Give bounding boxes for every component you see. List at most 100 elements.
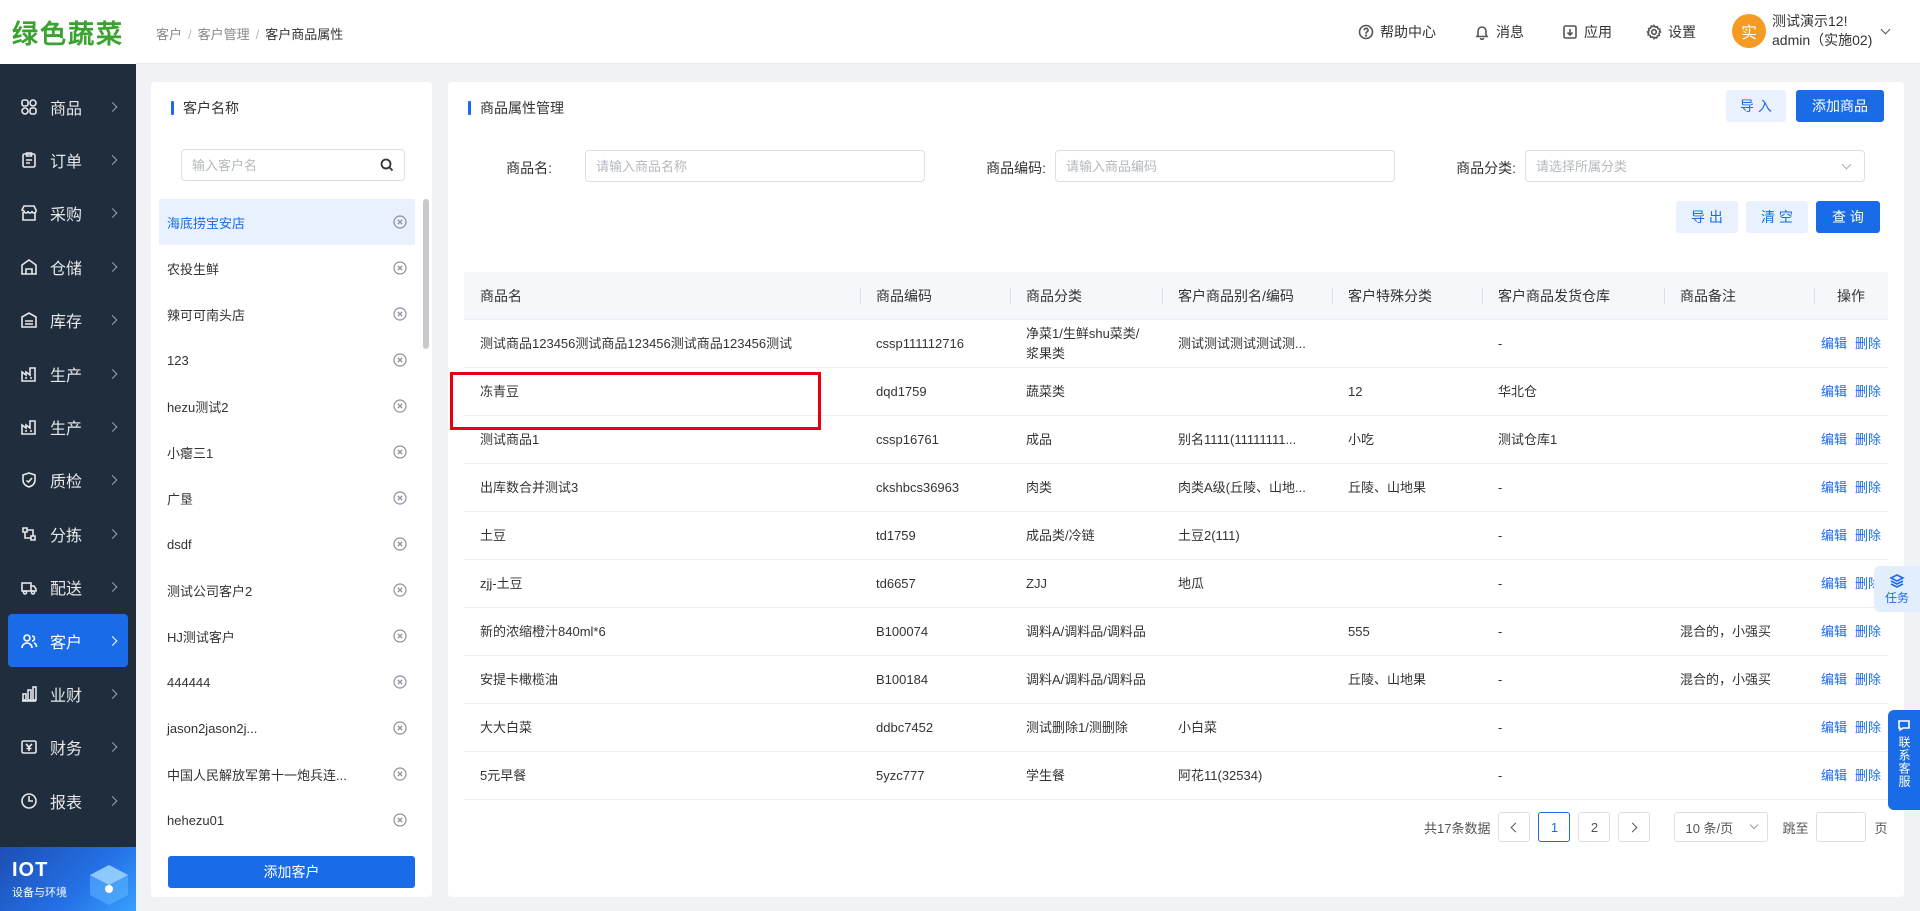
customer-list-item[interactable]: 海底捞宝安店 (159, 199, 415, 245)
sidebar-item-12[interactable]: 财务 (0, 721, 136, 774)
sidebar-item-2[interactable]: 采购 (0, 187, 136, 240)
page-size-select[interactable]: 10 条/页 (1674, 812, 1769, 842)
product-code-field[interactable] (1055, 150, 1395, 182)
close-circle-icon[interactable] (393, 445, 407, 459)
prev-page-button[interactable] (1498, 812, 1531, 842)
customer-list-item[interactable]: jason2jason2j... (159, 705, 415, 751)
export-button[interactable]: 导 出 (1676, 201, 1738, 233)
add-product-button[interactable]: 添加商品 (1796, 90, 1884, 122)
customer-list-item[interactable]: 中国人民解放军第十一炮兵连... (159, 751, 415, 797)
sidebar-item-10[interactable]: 客户 (8, 613, 128, 668)
search-icon[interactable] (380, 158, 394, 172)
customer-list-item[interactable]: HJ测试客户 (159, 613, 415, 659)
edit-link[interactable]: 编辑 (1821, 478, 1847, 498)
messages-link[interactable]: 消息 (1474, 22, 1524, 42)
sidebar-item-0[interactable]: 商品 (0, 80, 136, 133)
delete-link[interactable]: 删除 (1855, 622, 1881, 642)
sidebar-item-7[interactable]: 质检 (0, 454, 136, 507)
customer-list-item[interactable]: 广垦 (159, 475, 415, 521)
delete-link[interactable]: 删除 (1855, 430, 1881, 450)
sidebar-item-1[interactable]: 订单 (0, 133, 136, 186)
edit-link[interactable]: 编辑 (1821, 718, 1847, 738)
jump-page-input[interactable] (1816, 812, 1867, 842)
apps-link[interactable]: 应用 (1562, 22, 1612, 42)
customer-list-item[interactable]: 444444 (159, 659, 415, 705)
product-code-input[interactable] (1066, 158, 1384, 174)
close-circle-icon[interactable] (393, 629, 407, 643)
customer-list-item[interactable]: 辣可可南头店 (159, 291, 415, 337)
close-circle-icon[interactable] (393, 261, 407, 275)
scrollbar-thumb[interactable] (423, 199, 429, 349)
customer-list-item[interactable]: hehezu01 (159, 797, 415, 843)
settings-link[interactable]: 设置 (1646, 22, 1696, 42)
table-cell: 测试商品123456测试商品123456测试商品123456测试 (480, 336, 793, 351)
sidebar-item-13[interactable]: 报表 (0, 774, 136, 827)
column-header: 客户商品别名/编码 (1162, 272, 1332, 320)
close-circle-icon[interactable] (393, 583, 407, 597)
breadcrumb-item[interactable]: 客户 (156, 27, 182, 42)
delete-link[interactable]: 删除 (1855, 718, 1881, 738)
edit-link[interactable]: 编辑 (1821, 574, 1847, 594)
edit-link[interactable]: 编辑 (1821, 334, 1847, 354)
contact-service-button[interactable]: 联系客服 (1888, 710, 1920, 810)
product-name-input[interactable] (596, 158, 914, 174)
user-menu[interactable]: 实 测试演示12! admin（实施02) (1732, 12, 1891, 50)
product-category-select[interactable] (1525, 150, 1865, 182)
help-icon (1358, 24, 1374, 40)
close-circle-icon[interactable] (393, 813, 407, 827)
query-button[interactable]: 查 询 (1816, 201, 1880, 233)
breadcrumb-item[interactable]: 客户管理 (198, 27, 250, 42)
delete-link[interactable]: 删除 (1855, 766, 1881, 786)
customer-search-field[interactable] (181, 149, 405, 181)
close-circle-icon[interactable] (393, 767, 407, 781)
sidebar-item-3[interactable]: 仓储 (0, 240, 136, 293)
delete-link[interactable]: 删除 (1855, 526, 1881, 546)
customer-list-item[interactable]: hezu测试2 (159, 383, 415, 429)
customer-search-input[interactable] (192, 157, 380, 173)
customer-list-scrollbar[interactable] (423, 199, 429, 794)
page-2-button[interactable]: 2 (1578, 812, 1611, 842)
close-circle-icon[interactable] (393, 491, 407, 505)
clear-button[interactable]: 清 空 (1746, 201, 1808, 233)
actions-cell: 编辑 删除 (1814, 704, 1888, 752)
delete-link[interactable]: 删除 (1855, 478, 1881, 498)
close-circle-icon[interactable] (393, 353, 407, 367)
close-circle-icon[interactable] (393, 675, 407, 689)
product-category-input[interactable] (1536, 158, 1854, 174)
close-circle-icon[interactable] (393, 399, 407, 413)
edit-link[interactable]: 编辑 (1821, 382, 1847, 402)
add-customer-button[interactable]: 添加客户 (168, 856, 415, 888)
help-center-link[interactable]: 帮助中心 (1358, 22, 1436, 42)
sidebar-item-4[interactable]: 库存 (0, 294, 136, 347)
customer-list-item[interactable]: 农投生鲜 (159, 245, 415, 291)
close-circle-icon[interactable] (393, 721, 407, 735)
edit-link[interactable]: 编辑 (1821, 430, 1847, 450)
sidebar-item-11[interactable]: 业财 (0, 667, 136, 720)
edit-link[interactable]: 编辑 (1821, 526, 1847, 546)
edit-link[interactable]: 编辑 (1821, 766, 1847, 786)
customer-list-item[interactable]: 测试公司客户2 (159, 567, 415, 613)
edit-link[interactable]: 编辑 (1821, 622, 1847, 642)
delete-link[interactable]: 删除 (1855, 334, 1881, 354)
task-float-button[interactable]: 任务 (1874, 566, 1920, 612)
product-name-field[interactable] (585, 150, 925, 182)
sidebar-item-5[interactable]: 生产 (0, 347, 136, 400)
close-circle-icon[interactable] (393, 537, 407, 551)
grid-icon (20, 98, 38, 116)
brand-logo[interactable]: 绿色蔬菜 (0, 0, 136, 64)
close-circle-icon[interactable] (393, 215, 407, 229)
page-1-button[interactable]: 1 (1538, 812, 1571, 842)
customer-list-item[interactable]: 小瘪三1 (159, 429, 415, 475)
sidebar-item-9[interactable]: 配送 (0, 561, 136, 614)
sidebar-item-8[interactable]: 分拣 (0, 507, 136, 560)
delete-link[interactable]: 删除 (1855, 382, 1881, 402)
close-circle-icon[interactable] (393, 307, 407, 321)
next-page-button[interactable] (1618, 812, 1651, 842)
import-button[interactable]: 导 入 (1726, 90, 1786, 122)
sidebar-item-6[interactable]: 生产 (0, 400, 136, 453)
customer-list-item[interactable]: 123 (159, 337, 415, 383)
edit-link[interactable]: 编辑 (1821, 670, 1847, 690)
delete-link[interactable]: 删除 (1855, 670, 1881, 690)
customer-list-item[interactable]: dsdf (159, 521, 415, 567)
iot-entry[interactable]: IOT 设备与环境 (0, 847, 136, 911)
